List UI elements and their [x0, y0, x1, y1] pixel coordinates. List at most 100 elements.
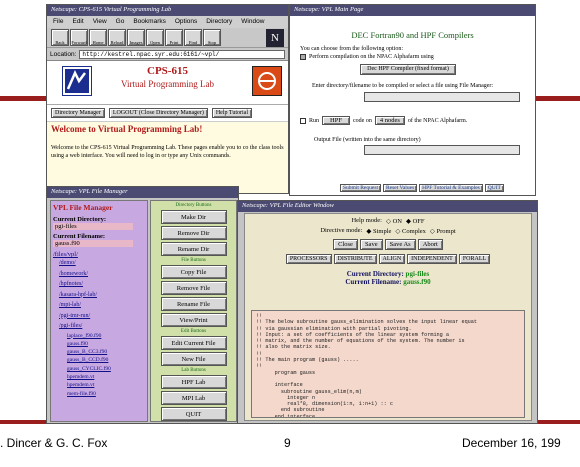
file-link-mem-file-f90[interactable]: mem-file.f90	[67, 390, 145, 398]
alphafarm-label: of the NPAC Alphafarm.	[407, 117, 468, 124]
file-link-laplace-f90-f90[interactable]: laplace_f90.f90	[67, 332, 145, 340]
file-link-hpemdem-vt[interactable]: hpemdem.vt	[67, 381, 145, 389]
toolbar-open-button[interactable]: Open	[146, 29, 164, 46]
nav-help-tutorial[interactable]: Help Tutorial	[211, 108, 253, 118]
output-file-input[interactable]	[364, 145, 520, 155]
toolbar-forward-button[interactable]: Forward	[70, 29, 88, 46]
button-new-file[interactable]: New File	[160, 352, 227, 366]
file-manager-title: Netscape: VPL File Manager	[47, 187, 238, 198]
code-textarea[interactable]: !!!! The below subroutine gauss_eliminat…	[251, 310, 525, 418]
compiler-select[interactable]: Dec HPF Compiler (fixed format)	[360, 64, 456, 75]
directive-independent[interactable]: INDEPENDENT	[407, 254, 457, 264]
toolbar-print-button[interactable]: Print	[165, 29, 183, 46]
toolbar-find-label: Find	[188, 40, 198, 45]
toolbar-reload-label: Reload	[110, 40, 124, 45]
menu-file[interactable]: File	[53, 18, 63, 26]
toolbar-find-button[interactable]: Find	[184, 29, 202, 46]
nav-logout-close-directory-manager[interactable]: LOGOUT (Close Directory Manager)	[108, 108, 208, 118]
menu-edit[interactable]: Edit	[72, 18, 83, 26]
button-reset-values[interactable]: Reset Values	[383, 184, 418, 192]
simple-radio[interactable]: ◆ Simple	[366, 227, 391, 235]
button-make-dir[interactable]: Make Dir	[160, 210, 227, 224]
button-view-print[interactable]: View/Print	[160, 313, 227, 327]
directive-mode-label: Directive mode:	[320, 227, 363, 234]
button-quit[interactable]: QUIT	[484, 184, 504, 192]
dir-link-kasara-hpf-lab[interactable]: /kasara-hpf-lab/	[59, 290, 145, 301]
filename-input[interactable]	[364, 92, 520, 102]
nav-directory-manager[interactable]: Directory Manager	[51, 108, 105, 118]
file-link-gauss-b-ccd-f90[interactable]: gauss_B_CCD.f90	[67, 356, 145, 364]
dir-link-hpfnotes[interactable]: /hpfnotes/	[59, 279, 145, 290]
file-list: laplace_f90.f90 gauss.f90 gauss_B_CC3.f90 g…	[53, 332, 145, 398]
cur-dir-value: pgi-files	[53, 223, 133, 230]
menu-window[interactable]: Window	[241, 18, 264, 26]
file-link-gauss-b-cc3-f90[interactable]: gauss_B_CC3.f90	[67, 348, 145, 356]
cur-dir-label: Current Directory:	[53, 216, 107, 223]
menu-bookmarks[interactable]: Bookmarks	[133, 18, 166, 26]
enter-file-text: Enter directory/filename to be compiled …	[312, 83, 494, 89]
dir-link-mpi-lab[interactable]: /mpi-lab/	[59, 300, 145, 311]
url-input[interactable]: http://kestrel.npac.syr.edu:6161/~vpl/	[79, 49, 285, 59]
file-link-hpemdem-vt[interactable]: hpemdem.vt	[67, 373, 145, 381]
vpl-banner: CPS-615 Virtual Programming Lab	[47, 61, 288, 105]
choose-text: You can choose from the following option…	[300, 46, 404, 52]
menu-options[interactable]: Options	[175, 18, 197, 26]
directive-forall[interactable]: FORALL	[458, 254, 491, 264]
toolbar-back-button[interactable]: Back	[51, 29, 69, 46]
toolbar-reload-button[interactable]: Reload	[108, 29, 126, 46]
button-quit[interactable]: QUIT	[160, 407, 227, 421]
file-link-gauss-cyclic-f90[interactable]: gauss_CYCLIC.f90	[67, 365, 145, 373]
editor-cur-dir-label: Current Directory:	[346, 270, 404, 278]
dir-link-demo[interactable]: /demo/	[59, 258, 145, 269]
editor-cur-file-value: gauss.f90	[403, 278, 431, 286]
directive-distribute[interactable]: DISTRIBUTE	[333, 254, 377, 264]
toolbar-forward-label: Forward	[71, 40, 87, 45]
editor-actions: Close Save Save As Abort	[245, 239, 531, 250]
code-on-label: code on	[353, 117, 372, 124]
button-rename-file[interactable]: Rename File	[160, 297, 227, 311]
button-hpf-tutorial-examples[interactable]: HPF Tutorial & Examples	[419, 184, 483, 192]
action-close[interactable]: Close	[333, 239, 358, 250]
button-hpf-lab[interactable]: HPF Lab	[160, 375, 227, 389]
button-pane: Directory Buttons Make Dir Remove Dir Rena…	[150, 200, 237, 422]
button-edit-current-file[interactable]: Edit Current File	[160, 336, 227, 350]
help-off-radio[interactable]: ◆ OFF	[406, 217, 425, 225]
menu-view[interactable]: View	[93, 18, 107, 26]
toolbar-images-button[interactable]: Images	[127, 29, 145, 46]
button-rename-dir[interactable]: Rename Dir	[160, 242, 227, 256]
menu-directory[interactable]: Directory	[206, 18, 232, 26]
button-remove-file[interactable]: Remove File	[160, 281, 227, 295]
prompt-radio[interactable]: ◇ Prompt	[430, 227, 456, 235]
toolbar-stop-button[interactable]: Stop	[203, 29, 221, 46]
run-language-select[interactable]: HPF	[322, 116, 351, 125]
compile-checkbox[interactable]	[300, 54, 306, 60]
nodes-select[interactable]: 4 nodes	[374, 116, 405, 125]
run-checkbox[interactable]	[300, 117, 306, 124]
dir-link-pgi-files[interactable]: /pgi-files/	[59, 321, 145, 332]
parent-dir-link[interactable]: /files/vpl/	[53, 251, 145, 258]
button-copy-file[interactable]: Copy File	[160, 265, 227, 279]
complex-radio[interactable]: ◇ Complex	[395, 227, 425, 235]
toolbar-print-label: Print	[169, 40, 179, 45]
action-abort[interactable]: Abort	[417, 239, 443, 250]
help-on-radio[interactable]: ◇ ON	[386, 217, 402, 225]
directive-processors[interactable]: PROCESSORS	[285, 254, 332, 264]
toolbar-home-button[interactable]: Home	[89, 29, 107, 46]
dir-link-homework[interactable]: /homework/	[59, 269, 145, 280]
dir-link-pgi-tmr-run[interactable]: /pgi-tmr-run/	[59, 311, 145, 322]
button-remove-dir[interactable]: Remove Dir	[160, 226, 227, 240]
main-browser-window: Netscape: CPS-615 Virtual Programming La…	[46, 4, 289, 194]
action-save[interactable]: Save	[359, 239, 383, 250]
menu-go[interactable]: Go	[116, 18, 125, 26]
compile-option-text: Perform compilation on the NPAC Alphafar…	[309, 54, 434, 60]
cur-file-value: gauss.f90	[53, 240, 133, 247]
button-mpi-lab[interactable]: MPI Lab	[160, 391, 227, 405]
nav-links: Directory Manager LOGOUT (Close Directory…	[47, 105, 288, 121]
main-window-title: Netscape: CPS-615 Virtual Programming La…	[47, 5, 288, 16]
file-link-gauss-f90[interactable]: gauss.f90	[67, 340, 145, 348]
edit-buttons-label: Edit Buttons	[180, 329, 207, 334]
directive-align[interactable]: ALIGN	[378, 254, 406, 264]
location-label: Location:	[50, 50, 77, 58]
button-submit-request[interactable]: Submit Request	[340, 184, 381, 192]
action-save-as[interactable]: Save As	[384, 239, 416, 250]
